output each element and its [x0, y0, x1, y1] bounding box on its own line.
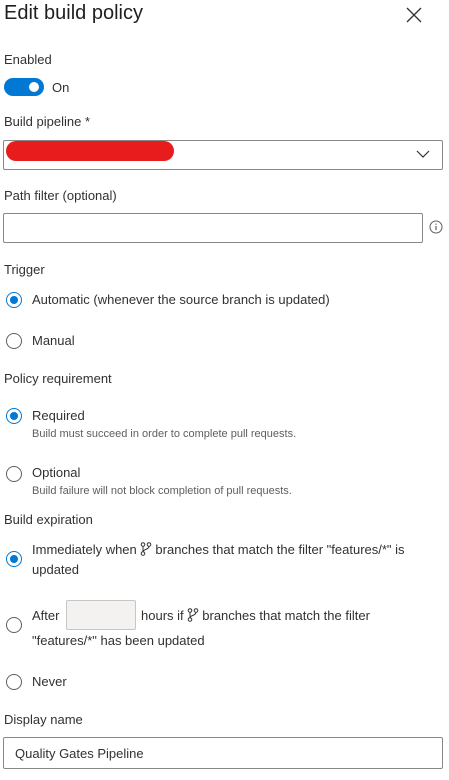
enabled-toggle[interactable] — [4, 78, 44, 96]
policy-optional-label: Optional — [32, 465, 81, 480]
trigger-manual-label: Manual — [32, 333, 75, 348]
expiration-after-radio[interactable] — [6, 617, 22, 633]
expiration-immediately-text: branches that match the filter "features… — [155, 542, 405, 557]
build-expiration-label: Build expiration — [4, 512, 93, 527]
panel-title: Edit build policy — [4, 2, 143, 24]
expiration-after-mid: hours if — [141, 608, 184, 623]
policy-optional-description: Build failure will not block completion … — [32, 485, 292, 497]
chevron-down-icon — [416, 150, 430, 158]
expiration-after-text: branches that match the filter — [202, 608, 370, 623]
policy-required-label: Required — [32, 408, 85, 423]
build-pipeline-label: Build pipeline * — [4, 114, 91, 129]
trigger-automatic-radio[interactable] — [6, 292, 22, 308]
close-icon[interactable] — [404, 5, 424, 25]
redaction-mark — [6, 141, 174, 161]
info-icon[interactable] — [429, 220, 443, 234]
expiration-immediately-radio[interactable] — [6, 551, 22, 567]
policy-required-radio[interactable] — [6, 408, 22, 424]
trigger-manual-radio[interactable] — [6, 333, 22, 349]
expiration-immediately-line2: updated — [32, 562, 79, 577]
expiration-never-radio[interactable] — [6, 674, 22, 690]
display-name-label: Display name — [4, 712, 83, 727]
branch-icon — [141, 542, 152, 556]
policy-required-description: Build must succeed in order to complete … — [32, 428, 297, 440]
policy-optional-radio[interactable] — [6, 466, 22, 482]
path-filter-input[interactable] — [3, 213, 423, 243]
enabled-label: Enabled — [4, 52, 52, 67]
toggle-state-label: On — [52, 80, 70, 95]
path-filter-label: Path filter (optional) — [4, 188, 117, 203]
policy-requirement-label: Policy requirement — [4, 371, 112, 386]
expiration-immediately-prefix: Immediately when — [32, 542, 137, 557]
expiration-after-line2: "features/*" has been updated — [32, 633, 205, 648]
trigger-automatic-label: Automatic (whenever the source branch is… — [32, 292, 330, 307]
hours-input[interactable] — [66, 600, 136, 630]
trigger-label: Trigger — [4, 262, 45, 277]
expiration-after-prefix: After — [32, 608, 60, 623]
expiration-immediately-line1: Immediately when branches that match the… — [32, 540, 405, 560]
display-name-input[interactable] — [3, 737, 443, 769]
branch-icon — [187, 608, 199, 622]
expiration-never-label: Never — [32, 674, 67, 689]
expiration-after-line1: hours if branches that match the filter — [141, 606, 370, 626]
